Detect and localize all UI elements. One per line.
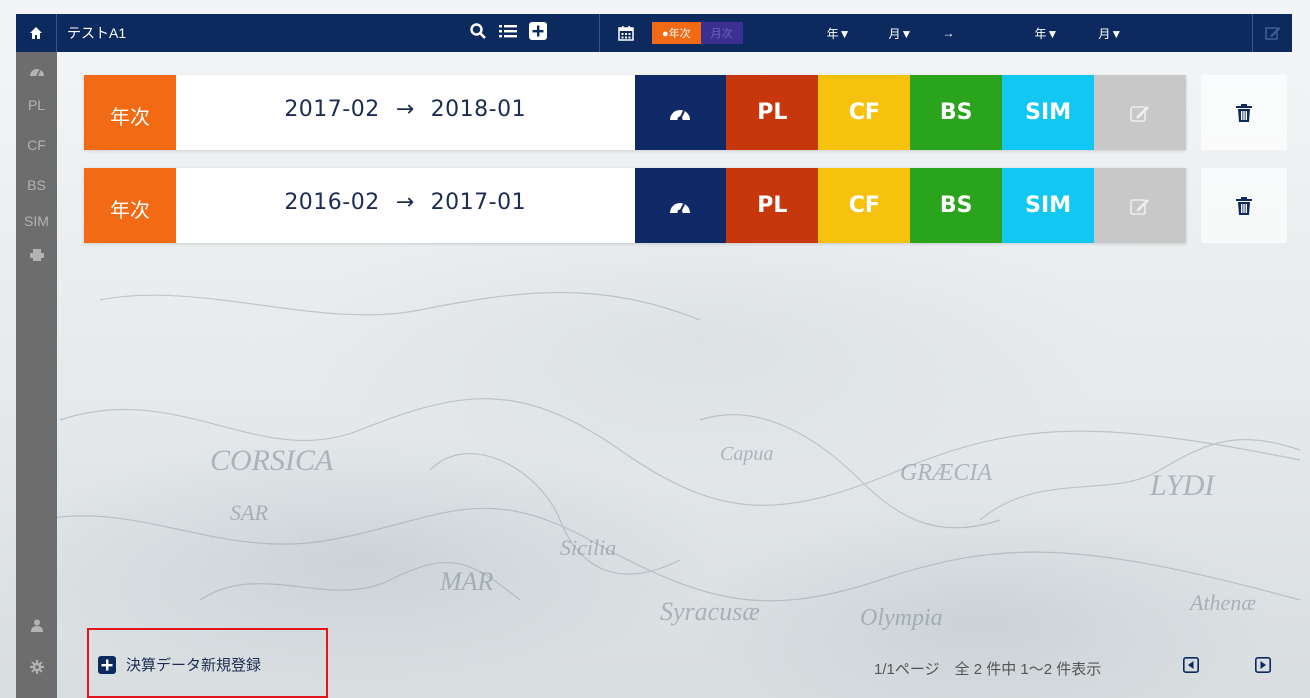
- header-bar: テストA1 ●年次 月次 年▼ 月▼ → 年▼ 月▼: [16, 14, 1292, 52]
- sim-button[interactable]: SIM: [1002, 168, 1095, 243]
- search-icon: [470, 23, 486, 39]
- prev-page-icon: [1183, 657, 1199, 673]
- edit-icon: [1130, 198, 1150, 215]
- period-type-badge: 年次: [84, 168, 176, 243]
- from-month-select[interactable]: 月▼: [889, 25, 913, 42]
- new-registration-label: 決算データ新規登録: [126, 657, 262, 674]
- list-button[interactable]: [499, 23, 517, 43]
- period-end: 2018-01: [430, 97, 527, 122]
- mode-monthly-button[interactable]: 月次: [700, 22, 743, 44]
- next-page-button[interactable]: [1255, 657, 1271, 677]
- period-arrow: →: [395, 190, 415, 215]
- sidebar-item-cf[interactable]: CF: [16, 126, 57, 164]
- period-start: 2017-02: [284, 97, 380, 122]
- to-month-select[interactable]: 月▼: [1098, 25, 1122, 42]
- row-edit-button[interactable]: [1094, 75, 1187, 150]
- home-button[interactable]: [16, 14, 57, 52]
- period-start: 2016-02: [284, 190, 380, 215]
- calendar-button[interactable]: [600, 25, 652, 41]
- dashboard-icon: [670, 202, 691, 214]
- pagination-info: 1/1ページ 全 2 件中 1〜2 件表示: [874, 661, 1102, 678]
- table-row: 年次 2017-02 → 2018-01 PL CF BS SIM: [84, 75, 1187, 150]
- sidebar-item-sim[interactable]: SIM: [16, 202, 57, 240]
- from-year-select[interactable]: 年▼: [827, 25, 851, 42]
- toolbar-icons: [469, 22, 599, 44]
- pl-button[interactable]: PL: [726, 75, 819, 150]
- bs-button[interactable]: BS: [910, 168, 1003, 243]
- header-edit-button[interactable]: [1252, 14, 1292, 52]
- app-title: テストA1: [67, 25, 127, 41]
- svg-text:SAR: SAR: [230, 500, 268, 525]
- sim-button[interactable]: SIM: [1002, 75, 1095, 150]
- user-icon: [30, 619, 43, 632]
- row-delete-button[interactable]: [1201, 75, 1287, 150]
- svg-text:LYDI: LYDI: [1149, 469, 1216, 502]
- svg-text:Athenæ: Athenæ: [1188, 590, 1256, 615]
- new-registration-button[interactable]: 決算データ新規登録: [98, 654, 261, 675]
- period-type-badge: 年次: [84, 75, 176, 150]
- trash-icon: [1236, 196, 1252, 215]
- pl-button[interactable]: PL: [726, 168, 819, 243]
- svg-text:Syracusæ: Syracusæ: [660, 597, 760, 626]
- row-edit-button[interactable]: [1094, 168, 1187, 243]
- sidebar-item-pl[interactable]: PL: [16, 86, 57, 124]
- sidebar: PL CF BS SIM: [16, 52, 57, 698]
- plus-square-icon: [529, 22, 547, 40]
- list-icon: [499, 25, 517, 38]
- sidebar-settings-button[interactable]: [16, 648, 57, 686]
- to-year-select[interactable]: 年▼: [1034, 25, 1058, 42]
- sidebar-item-dashboard[interactable]: [16, 52, 57, 90]
- cf-button[interactable]: CF: [818, 75, 911, 150]
- row-delete-button[interactable]: [1201, 168, 1287, 243]
- range-arrow: →: [942, 26, 955, 40]
- svg-text:GRÆCIA: GRÆCIA: [900, 460, 992, 486]
- sidebar-user-button[interactable]: [16, 606, 57, 644]
- bs-button[interactable]: BS: [910, 75, 1003, 150]
- edit-icon: [1130, 105, 1150, 122]
- period-end: 2017-01: [430, 190, 527, 215]
- next-page-icon: [1255, 657, 1271, 673]
- svg-text:Capua: Capua: [720, 443, 773, 465]
- home-icon: [30, 27, 42, 39]
- mode-toggle: ●年次 月次: [652, 22, 743, 44]
- svg-text:MAR: MAR: [439, 567, 494, 596]
- svg-text:Olympia: Olympia: [860, 605, 943, 631]
- print-icon: [29, 249, 44, 261]
- table-row: 年次 2016-02 → 2017-01 PL CF BS SIM: [84, 168, 1187, 243]
- dashboard-icon: [670, 109, 691, 121]
- period-arrow: →: [395, 97, 415, 122]
- sidebar-item-print[interactable]: [16, 236, 57, 274]
- plus-square-icon: [98, 655, 116, 674]
- add-button[interactable]: [529, 22, 547, 44]
- svg-text:CORSICA: CORSICA: [210, 444, 334, 477]
- svg-text:Sicilia: Sicilia: [560, 535, 616, 560]
- period-range[interactable]: 2017-02 → 2018-01: [175, 75, 635, 150]
- edit-icon: [1264, 27, 1280, 40]
- dashboard-button[interactable]: [634, 75, 727, 150]
- top-bar: テストA1 ●年次 月次 年▼ 月▼ → 年▼ 月▼: [0, 0, 1310, 52]
- period-range[interactable]: 2016-02 → 2017-01: [175, 168, 635, 243]
- dashboard-icon: [29, 69, 44, 77]
- cf-button[interactable]: CF: [818, 168, 911, 243]
- prev-page-button[interactable]: [1183, 657, 1199, 677]
- gear-icon: [29, 660, 44, 674]
- calendar-icon: [618, 26, 634, 41]
- mode-annual-button[interactable]: ●年次: [652, 22, 701, 44]
- dashboard-button[interactable]: [634, 168, 727, 243]
- trash-icon: [1236, 103, 1252, 122]
- sidebar-item-bs[interactable]: BS: [16, 166, 57, 204]
- search-button[interactable]: [469, 22, 487, 44]
